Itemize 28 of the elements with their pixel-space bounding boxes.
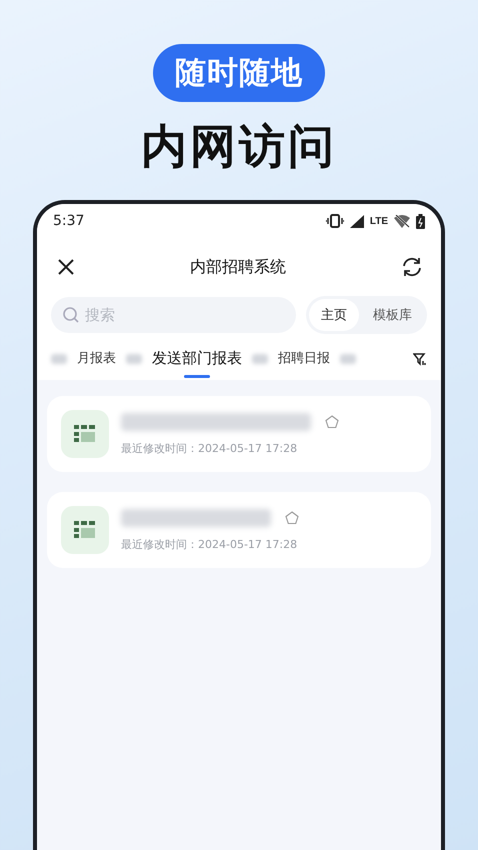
sheet-icon — [74, 425, 96, 443]
search-field[interactable]: 搜索 — [51, 297, 296, 333]
vibrate-icon — [326, 214, 344, 228]
blurred-count — [51, 354, 67, 364]
sheet-icon — [74, 521, 96, 539]
report-tab[interactable]: 招聘日报 — [278, 341, 330, 377]
promo-badge: 随时随地 — [153, 44, 325, 102]
star-icon[interactable] — [285, 510, 299, 524]
close-icon[interactable] — [57, 258, 75, 276]
battery-icon — [416, 214, 425, 228]
wifi-off-icon — [394, 214, 410, 228]
blurred-count — [126, 354, 142, 364]
app-title: 内部招聘系统 — [189, 256, 287, 278]
network-label: LTE — [370, 216, 388, 226]
blurred-count — [340, 354, 356, 364]
view-tab[interactable]: 主页 — [309, 299, 359, 331]
modified-time: 最近修改时间：2024-05-17 17:28 — [121, 440, 298, 456]
status-time: 5:37 — [53, 213, 86, 229]
blurred-count — [252, 354, 268, 364]
view-tab[interactable]: 模板库 — [361, 299, 424, 331]
signal-icon — [350, 214, 364, 228]
report-tab[interactable]: 月报表 — [77, 341, 116, 377]
promo-headline: 内网访问 — [141, 118, 337, 175]
filter-icon[interactable] — [413, 352, 427, 366]
report-tab[interactable]: 发送部门报表 — [152, 340, 242, 378]
refresh-icon[interactable] — [401, 256, 423, 278]
modified-time: 最近修改时间：2024-05-17 17:28 — [121, 536, 298, 552]
star-icon[interactable] — [325, 414, 339, 428]
